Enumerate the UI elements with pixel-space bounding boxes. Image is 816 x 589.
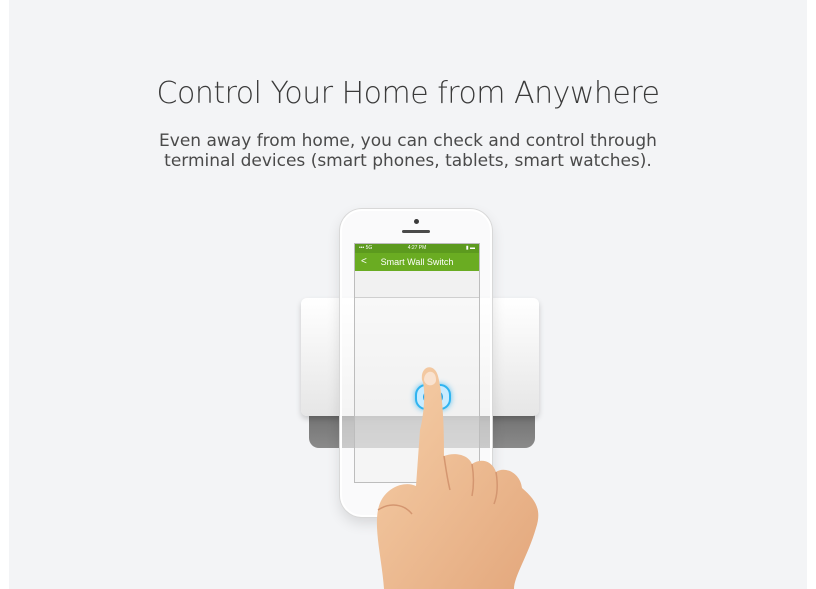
page-subtitle: Even away from home, you can check and c… — [9, 131, 807, 171]
hero-canvas: Control Your Home from Anywhere Even awa… — [9, 0, 807, 589]
app-content-row — [355, 271, 479, 298]
phone-camera-icon — [414, 219, 419, 224]
phone-speaker — [402, 230, 430, 233]
phone-status-bar: ••• 5G 4:27 PM ▮ ▬ — [355, 244, 479, 253]
status-battery: ▮ ▬ — [465, 245, 475, 251]
hand-icon — [376, 367, 539, 589]
subtitle-line-1: Even away from home, you can check and c… — [159, 131, 657, 151]
subtitle-line-2: terminal devices (smart phones, tablets,… — [164, 151, 652, 171]
page-title: Control Your Home from Anywhere — [156, 76, 660, 111]
app-title: Smart Wall Switch — [380, 257, 454, 267]
app-header: < Smart Wall Switch — [355, 253, 479, 271]
status-time: 4:27 PM — [407, 245, 427, 251]
